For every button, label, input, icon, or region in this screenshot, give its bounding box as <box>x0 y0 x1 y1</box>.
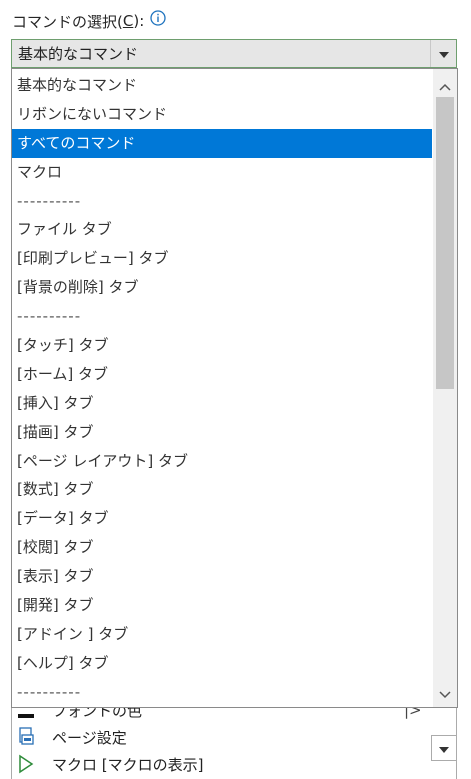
commands-listbox[interactable]: フォントの色 |> ページ設定 マクロ [マクロの表示] <box>11 708 457 779</box>
dropdown-item[interactable]: [ヘルプ] タブ <box>12 649 432 678</box>
list-item-label: フォントの色 <box>52 708 143 720</box>
list-item-label: マクロ [マクロの表示] <box>52 755 204 774</box>
dropdown-item[interactable]: リボンにないコマンド <box>12 100 432 129</box>
dropdown-separator: ---------- <box>17 307 82 326</box>
dropdown-item[interactable]: [ホーム] タブ <box>12 360 432 389</box>
commands-panel: コマンドの選択(C): 基本的なコマンド 基本的なコマンド リボンにないコマンドす… <box>0 0 471 779</box>
combobox-value: 基本的なコマンド <box>18 45 139 63</box>
dropdown-item[interactable]: [校閲] タブ <box>12 533 432 562</box>
page-setup-icon <box>12 726 40 748</box>
choose-commands-combobox[interactable]: 基本的なコマンド <box>11 39 457 68</box>
dropdown-item[interactable]: [アドイン ] タブ <box>12 620 432 649</box>
label-accesskey: C <box>122 12 134 30</box>
dropdown-scrollbar[interactable] <box>433 69 457 707</box>
dropdown-item[interactable]: [表示] タブ <box>12 562 432 591</box>
triangle-down-icon <box>438 44 450 63</box>
list-item[interactable]: フォントの色 |> <box>12 708 422 724</box>
scrollbar-thumb[interactable] <box>436 97 454 389</box>
label-suffix: ): <box>133 12 145 30</box>
chevron-down-icon <box>439 684 451 703</box>
list-item[interactable]: ページ設定 <box>12 723 127 751</box>
scroll-down-button[interactable] <box>433 681 457 705</box>
dropdown-item[interactable]: [印刷プレビュー] タブ <box>12 244 432 273</box>
dropdown-item[interactable]: ファイル タブ <box>12 215 432 244</box>
dropdown-item[interactable]: [タッチ] タブ <box>12 331 432 360</box>
list-item[interactable]: マクロ [マクロの表示] <box>12 750 203 778</box>
scroll-up-button[interactable] <box>433 73 457 97</box>
dropdown-item[interactable]: マクロ <box>12 158 432 187</box>
triangle-down-icon <box>438 739 450 758</box>
list-item-label: ページ設定 <box>52 728 127 747</box>
combobox-dropdown-button[interactable] <box>430 40 456 67</box>
chevron-up-icon <box>439 76 451 95</box>
dropdown-separator: ---------- <box>17 191 82 210</box>
info-icon[interactable] <box>150 10 166 26</box>
dropdown-item[interactable]: [開発] タブ <box>12 591 432 620</box>
dropdown-items: 基本的なコマンド リボンにないコマンド すべてのコマンド マクロ ---------- フ… <box>12 71 432 707</box>
label-prefix: コマンドの選択( <box>12 12 123 31</box>
dropdown-item[interactable]: [挿入] タブ <box>12 389 432 418</box>
dropdown-item[interactable]: 基本的なコマンド <box>12 71 432 100</box>
dropdown-item[interactable]: [データ] タブ <box>12 504 432 533</box>
commands-dropdown-list[interactable]: 基本的なコマンド リボンにないコマンド すべてのコマンド マクロ ---------- フ… <box>11 68 458 708</box>
dropdown-item[interactable]: すべてのコマンド <box>12 128 432 158</box>
dropdown-item[interactable]: [描画] タブ <box>12 418 432 447</box>
dropdown-item[interactable]: [数式] タブ <box>12 475 432 504</box>
dropdown-item[interactable]: [背景の削除] タブ <box>12 273 432 302</box>
macro-play-icon <box>12 753 40 775</box>
font-color-icon <box>12 708 40 721</box>
dropdown-separator: ---------- <box>17 682 82 701</box>
dropdown-item[interactable]: [ページ レイアウト] タブ <box>12 447 432 476</box>
listbox-scroll-down-button[interactable] <box>431 735 457 761</box>
submenu-marker: |> <box>404 708 422 719</box>
choose-commands-label: コマンドの選択(C): <box>12 8 166 34</box>
